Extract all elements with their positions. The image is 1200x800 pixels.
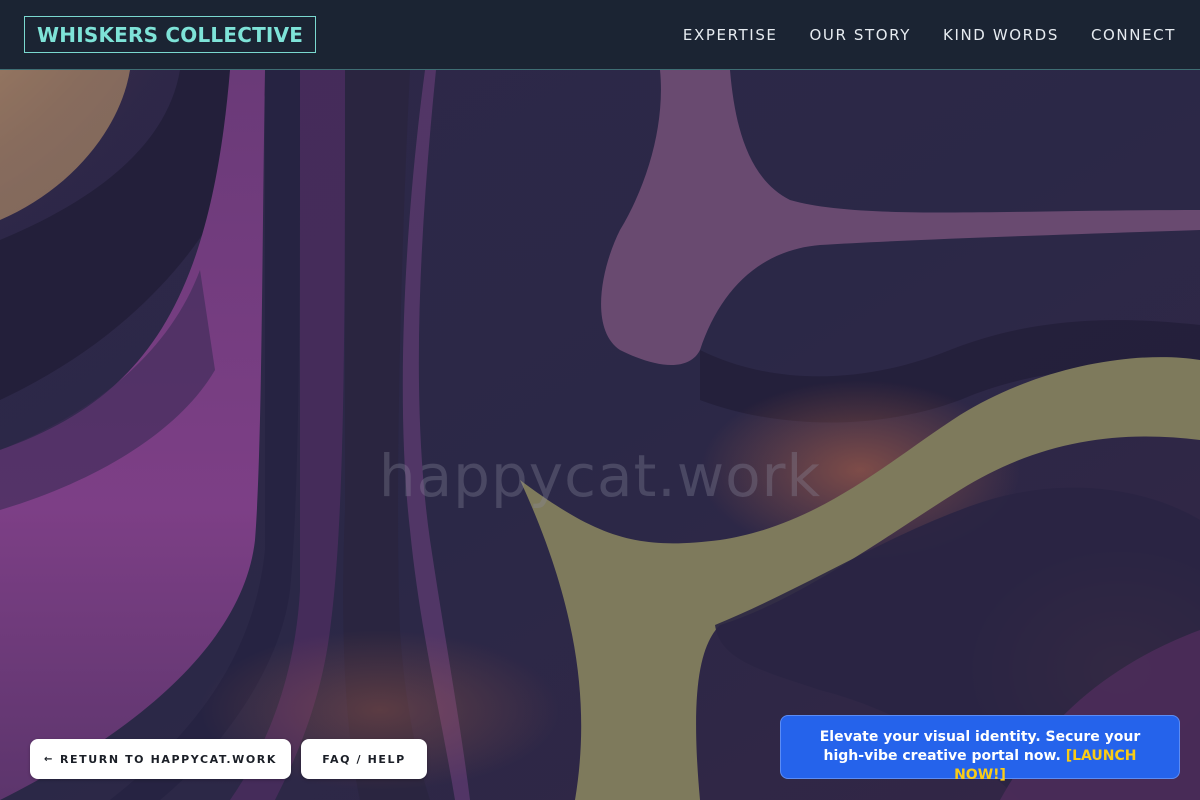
brand-logo[interactable]: WHISKERS COLLECTIVE: [24, 16, 317, 53]
page: WHISKERS COLLECTIVE EXPERTISE OUR STORY …: [0, 0, 1200, 800]
arrow-left-icon: ←: [43, 753, 54, 765]
site-header: WHISKERS COLLECTIVE EXPERTISE OUR STORY …: [0, 0, 1200, 70]
abstract-art-image: [0, 70, 1200, 800]
main-nav: EXPERTISE OUR STORY KIND WORDS CONNECT: [683, 0, 1176, 70]
nav-kind-words[interactable]: KIND WORDS: [943, 26, 1059, 44]
hero-background: happycat.work: [0, 70, 1200, 800]
nav-expertise[interactable]: EXPERTISE: [683, 26, 778, 44]
nav-our-story[interactable]: OUR STORY: [810, 26, 912, 44]
promo-banner: Elevate your visual identity. Secure you…: [780, 715, 1180, 783]
hero-domain-watermark: happycat.work: [378, 442, 822, 510]
return-button-label: RETURN TO HAPPYCAT.WORK: [59, 752, 278, 766]
faq-help-button[interactable]: FAQ / HELP: [301, 739, 427, 779]
nav-connect[interactable]: CONNECT: [1091, 26, 1176, 44]
return-button[interactable]: ← RETURN TO HAPPYCAT.WORK: [30, 739, 291, 779]
